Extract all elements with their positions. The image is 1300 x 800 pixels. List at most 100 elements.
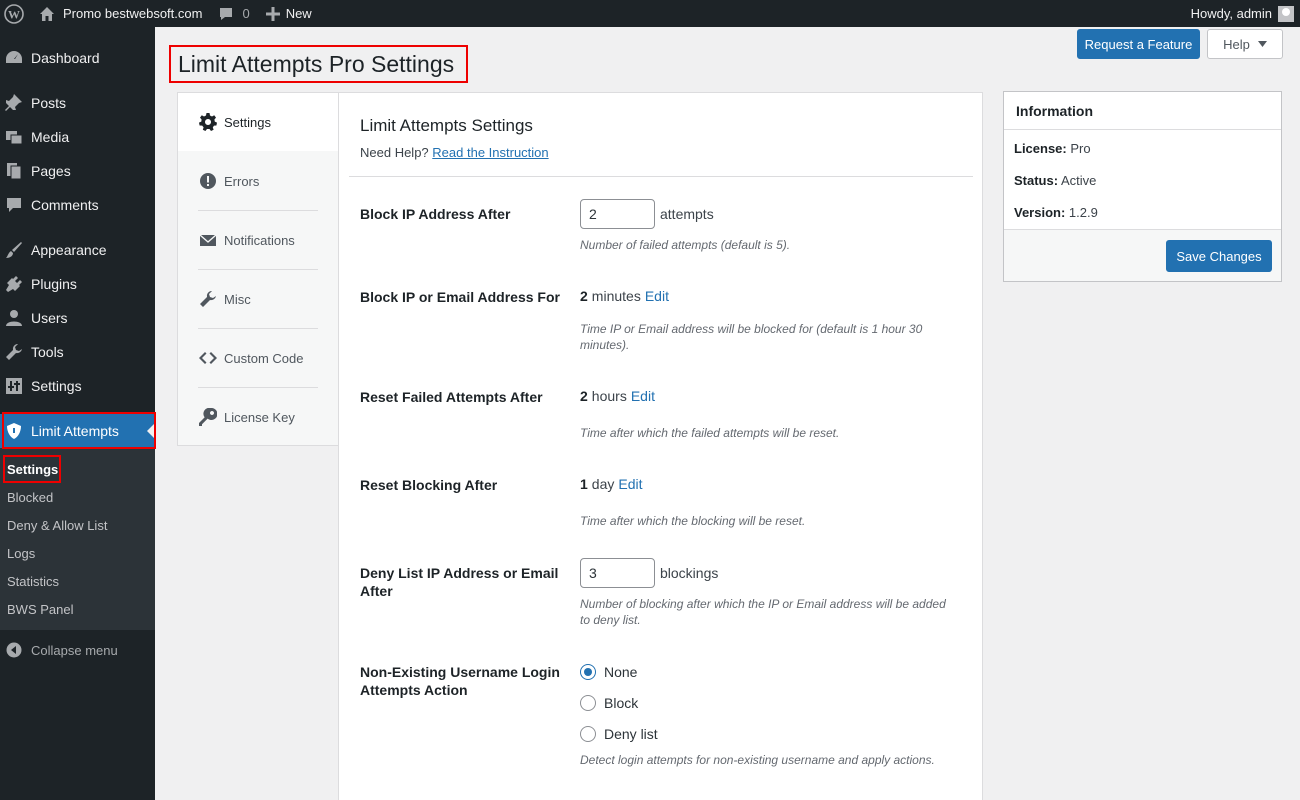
menu-label: Dashboard: [31, 50, 100, 66]
limit-attempts-submenu: Settings Blocked Deny & Allow List Logs …: [0, 448, 155, 630]
radio-label: Block: [604, 695, 639, 711]
new-label: New: [285, 6, 312, 21]
tab-custom-code[interactable]: Custom Code: [178, 329, 340, 387]
save-changes-button[interactable]: Save Changes: [1166, 240, 1272, 272]
tab-label: License Key: [224, 409, 295, 425]
menu-item-comments[interactable]: Comments: [0, 188, 155, 222]
pages-icon: [4, 161, 24, 181]
reset-failed-edit-link[interactable]: Edit: [631, 388, 655, 404]
sliders-icon: [4, 376, 24, 396]
need-help-line: Need Help? Read the Instruction: [360, 145, 549, 160]
tab-label: Misc: [224, 291, 251, 307]
radio-deny-list[interactable]: Deny list: [580, 726, 658, 742]
menu-item-pages[interactable]: Pages: [0, 154, 155, 188]
menu-label: Comments: [31, 197, 99, 213]
submenu-settings[interactable]: Settings: [7, 462, 58, 477]
menu-label: Appearance: [31, 242, 107, 258]
tab-errors[interactable]: Errors: [178, 152, 340, 210]
submenu-statistics[interactable]: Statistics: [7, 574, 59, 589]
radio-button[interactable]: [580, 695, 596, 711]
tab-settings[interactable]: Settings: [178, 93, 340, 151]
submenu-bws-panel[interactable]: BWS Panel: [7, 602, 73, 617]
block-ip-after-label: Block IP Address After: [360, 206, 511, 222]
block-for-desc: Time IP or Email address will be blocked…: [580, 322, 923, 352]
deny-list-input[interactable]: [580, 558, 655, 588]
admin-bar: W Promo bestwebsoft.com 0 New Howdy, adm…: [0, 0, 1300, 27]
block-for-field: 2 minutes Edit: [580, 288, 669, 304]
tab-notifications[interactable]: Notifications: [178, 211, 340, 269]
info-footer: Save Changes: [1004, 229, 1281, 281]
code-icon: [199, 349, 217, 367]
radio-button-checked[interactable]: [580, 664, 596, 680]
help-label: Help: [1223, 36, 1250, 52]
menu-item-media[interactable]: Media: [0, 120, 155, 154]
menu-label: Media: [31, 129, 70, 145]
menu-item-users[interactable]: Users: [0, 301, 155, 335]
information-box: Information License: Pro Status: Active …: [1003, 91, 1282, 282]
menu-item-posts[interactable]: Posts: [0, 86, 155, 120]
block-ip-after-input[interactable]: [580, 199, 655, 229]
reset-blocking-unit: day: [591, 476, 615, 492]
status-value: Active: [1060, 173, 1097, 188]
home-icon: [40, 6, 54, 21]
shield-icon: [4, 421, 24, 441]
block-for-unit: minutes: [591, 288, 641, 304]
non-existing-desc: Detect login attempts for non-existing u…: [580, 753, 935, 767]
menu-item-appearance[interactable]: Appearance: [0, 233, 155, 267]
submenu-blocked[interactable]: Blocked: [7, 490, 53, 505]
comments-link[interactable]: 0: [210, 0, 257, 27]
dashboard-icon: [4, 48, 24, 68]
info-version: Version: 1.2.9: [1014, 205, 1098, 220]
submenu-logs[interactable]: Logs: [7, 546, 35, 561]
radio-none[interactable]: None: [580, 664, 637, 680]
status-label: Status:: [1014, 173, 1059, 188]
menu-item-dashboard[interactable]: Dashboard: [0, 41, 155, 75]
reset-blocking-edit-link[interactable]: Edit: [618, 476, 642, 492]
collapse-label: Collapse menu: [31, 642, 118, 658]
menu-item-tools[interactable]: Tools: [0, 335, 155, 369]
section-title: Limit Attempts Settings: [360, 116, 533, 135]
info-license: License: Pro: [1014, 141, 1091, 156]
info-title: Information: [1016, 103, 1093, 119]
reset-blocking-desc: Time after which the blocking will be re…: [580, 514, 806, 528]
radio-block[interactable]: Block: [580, 695, 638, 711]
svg-text:W: W: [8, 7, 20, 21]
menu-label: Posts: [31, 95, 67, 111]
help-button[interactable]: Help: [1207, 29, 1283, 59]
radio-button[interactable]: [580, 726, 596, 742]
tab-misc[interactable]: Misc: [178, 270, 340, 328]
menu-item-plugins[interactable]: Plugins: [0, 267, 155, 301]
menu-item-limit-attempts[interactable]: Limit Attempts: [0, 414, 155, 448]
pin-icon: [4, 93, 24, 113]
settings-tabs: Settings Errors Notifications Misc Custo…: [177, 92, 340, 446]
new-content-link[interactable]: New: [258, 0, 320, 27]
tab-label: Errors: [224, 173, 260, 189]
block-for-edit-link[interactable]: Edit: [645, 288, 669, 304]
request-feature-button[interactable]: Request a Feature: [1077, 29, 1200, 59]
media-icon: [4, 127, 24, 147]
page-title: Limit Attempts Pro Settings: [169, 45, 468, 83]
tab-license-key[interactable]: License Key: [178, 388, 340, 446]
deny-list-field: blockings: [580, 558, 718, 588]
envelope-icon: [199, 231, 217, 249]
reset-failed-value: 2: [580, 388, 588, 404]
menu-label: Plugins: [31, 276, 77, 292]
wordpress-logo-button[interactable]: W: [0, 0, 31, 27]
submenu-deny-allow-list[interactable]: Deny & Allow List: [7, 518, 107, 533]
howdy-text: Howdy, admin: [1190, 6, 1272, 21]
menu-item-settings[interactable]: Settings: [0, 369, 155, 403]
my-account-link[interactable]: Howdy, admin: [1190, 5, 1300, 22]
block-for-value: 2: [580, 288, 588, 304]
reset-failed-unit: hours: [591, 388, 627, 404]
version-value: 1.2.9: [1068, 205, 1098, 220]
site-name-link[interactable]: Promo bestwebsoft.com: [31, 0, 210, 27]
reset-failed-label: Reset Failed Attempts After: [360, 389, 543, 405]
license-value: Pro: [1070, 141, 1091, 156]
info-divider: [1004, 129, 1281, 130]
caret-down-icon: [1257, 41, 1267, 47]
instruction-link[interactable]: Read the Instruction: [432, 145, 548, 160]
menu-label: Pages: [31, 163, 71, 179]
info-status: Status: Active: [1014, 173, 1096, 188]
collapse-menu-button[interactable]: Collapse menu: [0, 638, 155, 662]
user-icon: [4, 308, 24, 328]
